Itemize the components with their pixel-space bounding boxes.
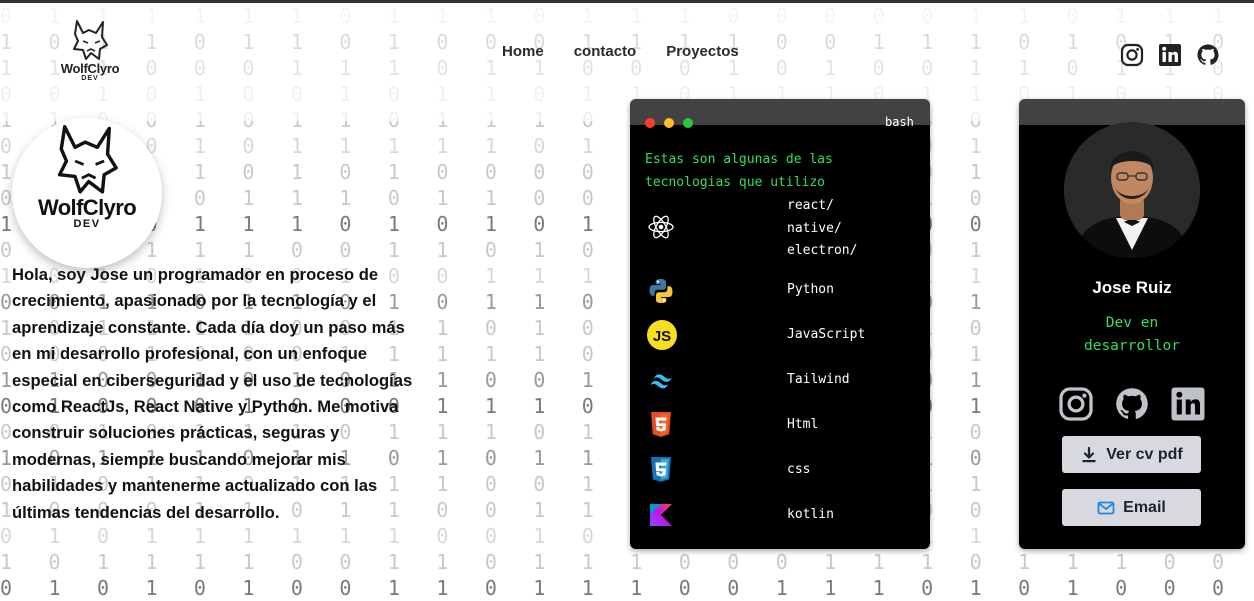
- nav-brand-name: WolfClyro: [60, 61, 120, 76]
- nav-link-contacto[interactable]: contacto: [574, 43, 637, 63]
- wolf-logo-icon: [57, 125, 118, 194]
- github-icon[interactable]: [1114, 386, 1150, 422]
- avatar: [1064, 122, 1200, 258]
- wolf-logo-icon: [73, 20, 108, 60]
- nav-social-links: [1120, 43, 1220, 67]
- view-cv-label: Ver cv pdf: [1106, 445, 1183, 463]
- nav-link-home[interactable]: Home: [502, 43, 544, 63]
- close-dot-icon: [645, 118, 655, 128]
- react-icon: [647, 213, 675, 241]
- instagram-icon[interactable]: [1058, 386, 1094, 422]
- tailwind-icon: [647, 367, 675, 395]
- linkedin-icon[interactable]: [1170, 386, 1206, 422]
- tech-label: Python: [787, 282, 834, 297]
- hero-logo: WolfClyro DEV: [12, 118, 162, 268]
- instagram-icon[interactable]: [1120, 43, 1144, 67]
- maximize-dot-icon: [683, 118, 693, 128]
- tech-label: Tailwind: [787, 372, 850, 387]
- html5-icon: [647, 411, 675, 439]
- css3-icon: [647, 456, 675, 484]
- terminal-intro: Estas son algunas de las tecnologias que…: [645, 152, 833, 190]
- download-icon: [1080, 446, 1098, 464]
- intro-paragraph: Hola, soy Jose un programador en proceso…: [12, 265, 413, 522]
- kotlin-icon: [647, 501, 675, 529]
- javascript-icon: JS: [647, 320, 677, 350]
- nav-links: Home contacto Proyectos: [502, 43, 739, 63]
- nav-logo[interactable]: WolfClyro DEV: [52, 19, 128, 93]
- view-cv-button[interactable]: Ver cv pdf: [1062, 436, 1201, 473]
- email-label: Email: [1123, 498, 1166, 516]
- tech-terminal-card: bash Estas son algunas de las tecnologia…: [630, 99, 930, 549]
- terminal-title: bash: [885, 115, 914, 129]
- profile-role: Dev en desarrollor: [1083, 315, 1181, 354]
- github-icon[interactable]: [1196, 43, 1220, 67]
- svg-text:JS: JS: [653, 328, 671, 345]
- nav-brand-sub: DEV: [81, 75, 99, 82]
- nav-link-proyectos[interactable]: Proyectos: [666, 43, 739, 63]
- linkedin-icon[interactable]: [1158, 43, 1182, 67]
- tech-label: css: [787, 462, 811, 477]
- tech-label: Html: [787, 417, 819, 432]
- minimize-dot-icon: [664, 118, 674, 128]
- email-button[interactable]: Email: [1062, 489, 1201, 526]
- binary-row: 1 0 1 1 1 1 0 0 1 1 0 1 1 1 0 0 0 1 1 1 …: [0, 550, 1237, 574]
- python-icon: [647, 277, 675, 305]
- binary-row: 0 1 0 1 0 1 0 0 1 1 0 1 1 1 0 0 1 1 1 0 …: [0, 576, 1237, 600]
- tech-label: JavaScript: [787, 327, 866, 342]
- hero-brand-sub: DEV: [73, 218, 101, 230]
- profile-name: Jose Ruiz: [1092, 278, 1172, 297]
- profile-card: Jose Ruiz Dev en desarrollor Ver cv pdf …: [1019, 99, 1245, 549]
- tech-label: react/ native/ electron/: [787, 198, 858, 258]
- tech-label: kotlin: [787, 507, 834, 522]
- mail-icon: [1097, 499, 1115, 517]
- profile-social-links: [1058, 386, 1206, 422]
